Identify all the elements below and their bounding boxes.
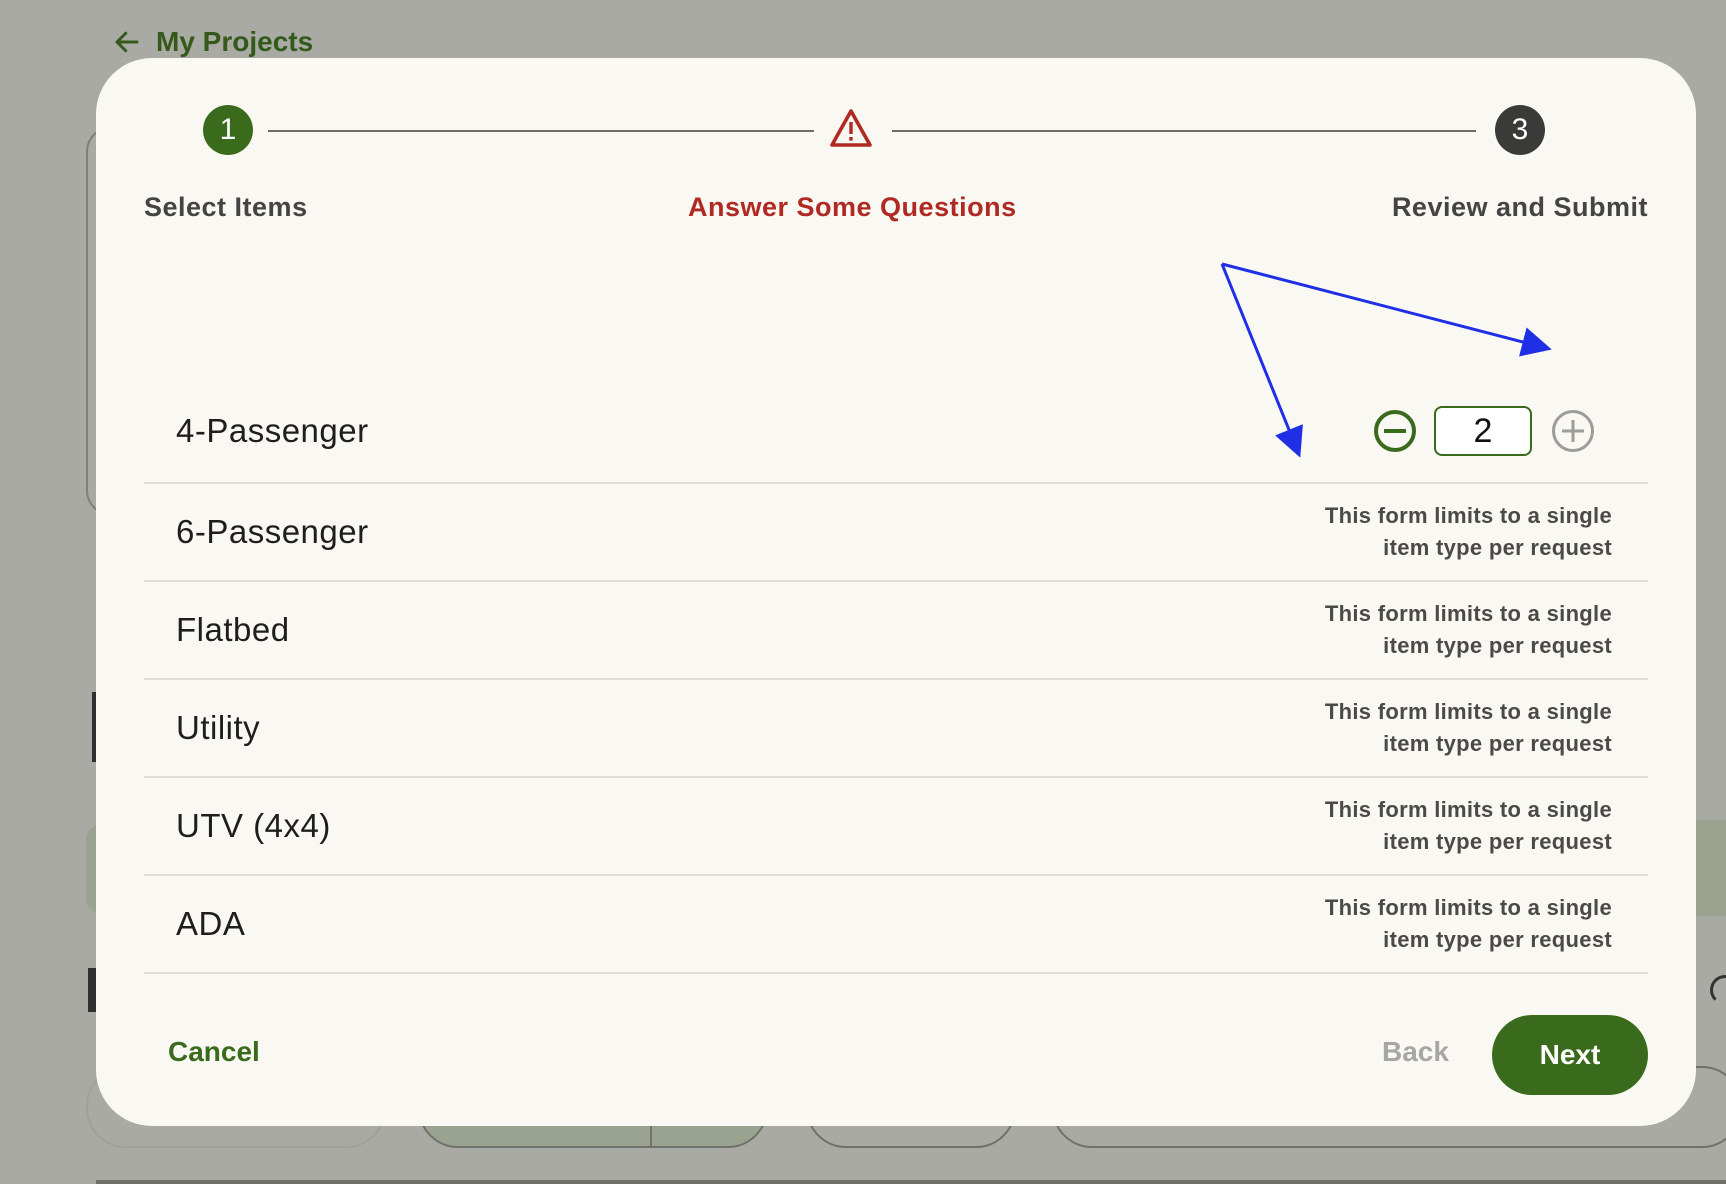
list-item: Flatbed This form limits to a single ite… [144,582,1648,680]
item-name: UTV (4x4) [176,807,331,844]
item-name: Utility [176,709,261,746]
limit-message: This form limits to a single item type p… [1324,797,1612,854]
limit-message: This form limits to a single item type p… [1324,601,1612,658]
list-item: UTV (4x4) This form limits to a single i… [144,778,1648,876]
list-item: 6-Passenger This form limits to a single… [144,484,1648,582]
list-item: Utility This form limits to a single ite… [144,680,1648,778]
back-button[interactable]: Back [1382,1036,1449,1068]
step-connector [268,130,814,132]
item-name: 4-Passenger [176,412,369,449]
item-name: Flatbed [176,611,290,648]
back-to-projects-link[interactable]: My Projects [112,26,313,58]
request-items-dialog: 1 3 Select Items Answer Some Questions R… [96,58,1696,1126]
limit-message: This form limits to a single item type p… [1324,699,1612,756]
step-3-label: Review and Submit [1391,192,1648,222]
quantity-input[interactable] [1434,406,1532,456]
step-2-label: Answer Some Questions [688,192,1017,222]
minus-circle-icon [1384,429,1406,433]
background-shape [1710,975,1726,1005]
step-1-indicator: 1 [203,105,253,155]
arrow-left-icon [115,31,139,53]
item-name: ADA [176,905,246,942]
back-link-label: My Projects [156,26,314,57]
list-item: 4-Passenger [144,380,1648,484]
quantity-stepper [1374,406,1594,456]
item-name: 6-Passenger [176,513,369,550]
cancel-button[interactable]: Cancel [168,1036,260,1068]
limit-message: This form limits to a single item type p… [1324,503,1612,560]
step-connector [892,130,1476,132]
limit-message: This form limits to a single item type p… [1324,895,1612,952]
plus-circle-icon [1562,420,1584,442]
next-button[interactable]: Next [1492,1015,1648,1095]
list-item: ADA This form limits to a single item ty… [144,876,1648,974]
step-3-indicator: 3 [1495,105,1545,155]
increment-button[interactable] [1552,410,1594,452]
decrement-button[interactable] [1374,410,1416,452]
background-divider [96,1180,1726,1184]
step-1-label: Select Items [144,192,308,222]
warning-triangle-icon [830,109,872,147]
background-divider [88,968,96,1012]
item-type-list: 4-Passenger 6-Passenger This form limits… [144,380,1648,974]
